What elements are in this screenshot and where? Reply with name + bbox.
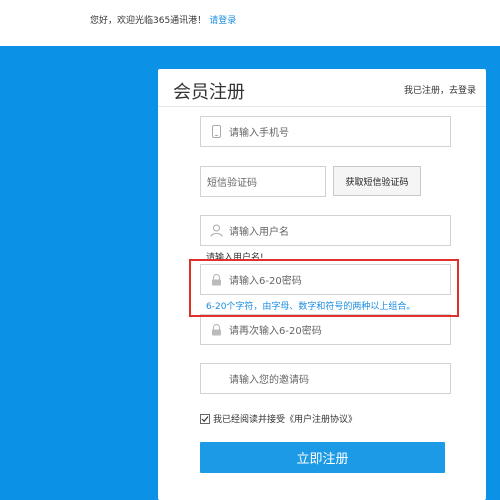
welcome-text: 您好，欢迎光临365通讯港！	[90, 16, 207, 26]
confirm-password-field[interactable]: 请再次输入6-20密码	[200, 314, 451, 345]
phone-field[interactable]: 请输入手机号	[200, 116, 451, 147]
password-placeholder: 请输入6-20密码	[229, 276, 302, 287]
login-link-header[interactable]: 请登录	[209, 16, 236, 26]
phone-icon	[209, 125, 223, 139]
lock-icon	[209, 323, 223, 337]
register-card: 会员注册 我已注册，去登录 请输入手机号 短信验证码 获取短信验证码 请输入用户…	[158, 69, 486, 500]
user-icon	[209, 224, 223, 238]
lock-icon	[209, 273, 223, 287]
sms-code-placeholder: 短信验证码	[207, 178, 257, 189]
username-error: 请输入用户名!	[206, 253, 264, 263]
register-button[interactable]: 立即注册	[200, 442, 445, 473]
get-sms-code-button[interactable]: 获取短信验证码	[333, 166, 421, 196]
go-login-link[interactable]: 我已注册，去登录	[404, 83, 476, 96]
invite-code-field[interactable]: 请输入您的邀请码	[200, 363, 451, 394]
sms-code-field[interactable]: 短信验证码	[200, 166, 326, 197]
title-divider	[158, 106, 486, 107]
phone-placeholder: 请输入手机号	[229, 128, 289, 139]
agreement-row: 我已经阅读并接受《用户注册协议》	[200, 412, 357, 425]
page-title: 会员注册	[173, 82, 245, 103]
password-hint: 6-20个字符，由字母、数字和符号的两种以上组合。	[206, 302, 416, 312]
agreement-checkbox[interactable]	[200, 413, 210, 424]
username-placeholder: 请输入用户名	[229, 227, 289, 238]
invite-code-placeholder: 请输入您的邀请码	[229, 375, 309, 386]
username-field[interactable]: 请输入用户名	[200, 215, 451, 246]
password-field[interactable]: 请输入6-20密码	[200, 264, 451, 295]
agreement-text[interactable]: 我已经阅读并接受《用户注册协议》	[213, 412, 357, 425]
top-bar: 您好，欢迎光临365通讯港！ 请登录	[0, 0, 500, 46]
welcome-message: 您好，欢迎光临365通讯港！ 请登录	[90, 13, 236, 26]
confirm-password-placeholder: 请再次输入6-20密码	[229, 326, 322, 337]
